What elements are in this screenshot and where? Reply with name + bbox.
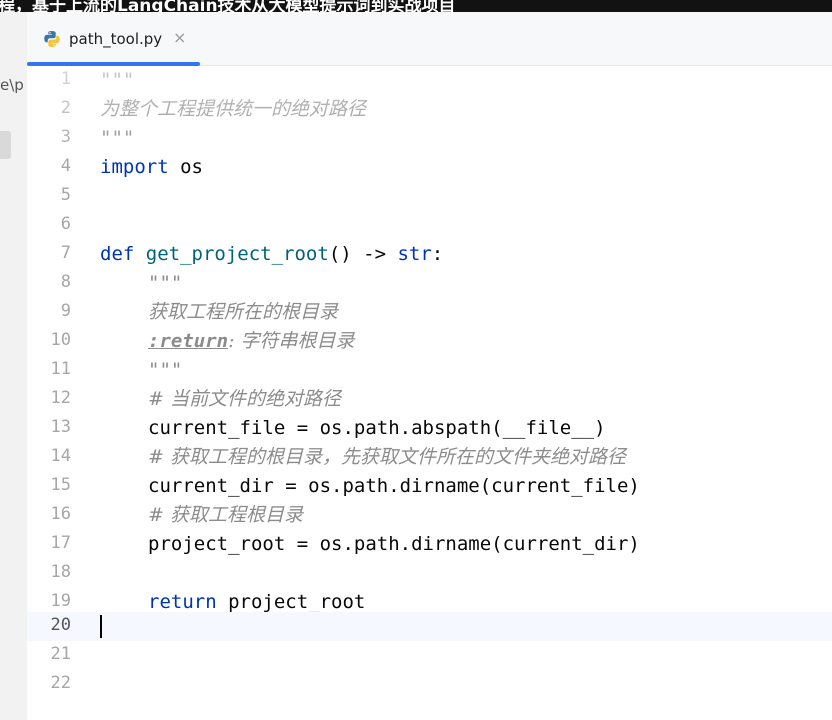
line-number: 5 bbox=[60, 185, 71, 205]
comment: # 当前文件的绝对路径 bbox=[148, 388, 341, 410]
line-number: 20 bbox=[50, 615, 71, 635]
line-number: 11 bbox=[50, 359, 71, 379]
line-number: 18 bbox=[50, 562, 71, 582]
code-line[interactable]: 9 获取工程所在的根目录 bbox=[27, 298, 832, 327]
docstring-text: : 字符串根目录 bbox=[228, 330, 355, 352]
code-text: current_file = os.path.abspath(__file__) bbox=[148, 417, 606, 439]
line-number: 1 bbox=[60, 69, 71, 89]
docstring-text: 为整个工程提供统一的绝对路径 bbox=[100, 98, 367, 120]
code-text: :return: 字符串根目录 bbox=[148, 328, 355, 355]
docstring-text: 获取工程所在的根目录 bbox=[148, 301, 339, 323]
docstring-quote: """ bbox=[100, 69, 135, 91]
line-number: 19 bbox=[50, 591, 71, 611]
line-number: 7 bbox=[60, 243, 71, 263]
code-line[interactable]: 15 current_dir = os.path.dirname(current… bbox=[27, 472, 832, 501]
line-number: 13 bbox=[50, 417, 71, 437]
colon: : bbox=[431, 243, 444, 265]
project-panel-edge[interactable]: e\p bbox=[0, 12, 28, 720]
docstring-tag: :return bbox=[148, 330, 229, 352]
code-line[interactable]: 13 current_file = os.path.abspath(__file… bbox=[27, 414, 832, 443]
comment: # 获取工程根目录 bbox=[148, 504, 303, 526]
code-text: current_dir = os.path.dirname(current_fi… bbox=[148, 475, 640, 497]
code-line[interactable]: 5 bbox=[27, 182, 832, 211]
code-line[interactable]: 10 :return: 字符串根目录 bbox=[27, 327, 832, 356]
identifier: project_root bbox=[216, 591, 366, 613]
close-tab-icon[interactable]: × bbox=[173, 28, 186, 47]
window-title-bar: 程，基于上流的LangChain技术从大模型提示词到实战项目 bbox=[0, 0, 832, 12]
line-number: 6 bbox=[60, 214, 71, 234]
function-name: get_project_root bbox=[145, 243, 329, 265]
docstring-quote: """ bbox=[100, 127, 135, 149]
line-number: 4 bbox=[60, 156, 71, 176]
line-number: 21 bbox=[50, 644, 71, 664]
line-number: 3 bbox=[60, 127, 71, 147]
selected-item-marker bbox=[0, 131, 11, 159]
tab-path-tool[interactable]: path_tool.py × bbox=[27, 12, 200, 66]
code-line[interactable]: 1 """ bbox=[27, 66, 832, 95]
code-line[interactable]: 8 """ bbox=[27, 269, 832, 298]
caret bbox=[100, 615, 102, 638]
code-text: def get_project_root() -> str: bbox=[100, 241, 443, 268]
code-line[interactable]: 22 bbox=[27, 670, 832, 699]
line-number: 16 bbox=[50, 504, 71, 524]
line-number: 22 bbox=[50, 673, 71, 693]
identifier: os bbox=[168, 156, 203, 178]
docstring-quote: """ bbox=[148, 359, 183, 381]
keyword: def bbox=[100, 243, 135, 265]
text-caret bbox=[100, 613, 102, 640]
line-number: 2 bbox=[60, 98, 71, 118]
code-line[interactable]: 16 # 获取工程根目录 bbox=[27, 501, 832, 530]
current-code-line[interactable]: 20 bbox=[27, 612, 832, 641]
code-line[interactable]: 17 project_root = os.path.dirname(curren… bbox=[27, 530, 832, 559]
line-number: 9 bbox=[60, 301, 71, 321]
project-path-fragment: e\p bbox=[0, 76, 24, 94]
docstring-quote: """ bbox=[148, 272, 183, 294]
code-line[interactable]: 6 bbox=[27, 211, 832, 240]
code-line[interactable]: 12 # 当前文件的绝对路径 bbox=[27, 385, 832, 414]
code-line[interactable]: 4 import os bbox=[27, 153, 832, 182]
line-number: 12 bbox=[50, 388, 71, 408]
code-line[interactable]: 2 为整个工程提供统一的绝对路径 bbox=[27, 95, 832, 124]
code-line[interactable]: 18 bbox=[27, 559, 832, 588]
line-number: 14 bbox=[50, 446, 71, 466]
code-line[interactable]: 14 # 获取工程的根目录，先获取文件所在的文件夹绝对路径 bbox=[27, 443, 832, 472]
code-line[interactable]: 11 """ bbox=[27, 356, 832, 385]
signature: () -> bbox=[328, 243, 398, 265]
line-number: 17 bbox=[50, 533, 71, 553]
code-line[interactable]: 21 bbox=[27, 641, 832, 670]
comment: # 获取工程的根目录，先获取文件所在的文件夹绝对路径 bbox=[148, 446, 626, 468]
tab-label: path_tool.py bbox=[69, 30, 163, 48]
python-file-icon bbox=[44, 31, 60, 47]
editor-tab-bar: path_tool.py × bbox=[27, 12, 832, 66]
code-line[interactable]: 3 """ bbox=[27, 124, 832, 153]
window-title: 程，基于上流的LangChain技术从大模型提示词到实战项目 bbox=[0, 0, 456, 12]
code-text: project_root = os.path.dirname(current_d… bbox=[148, 533, 640, 555]
line-number: 15 bbox=[50, 475, 71, 495]
code-text: import os bbox=[100, 154, 203, 181]
return-type: str bbox=[397, 243, 432, 265]
line-number: 10 bbox=[50, 330, 71, 350]
keyword: import bbox=[100, 156, 169, 178]
code-line[interactable]: 7 def get_project_root() -> str: bbox=[27, 240, 832, 269]
keyword: return bbox=[148, 591, 217, 613]
line-number: 8 bbox=[60, 272, 71, 292]
